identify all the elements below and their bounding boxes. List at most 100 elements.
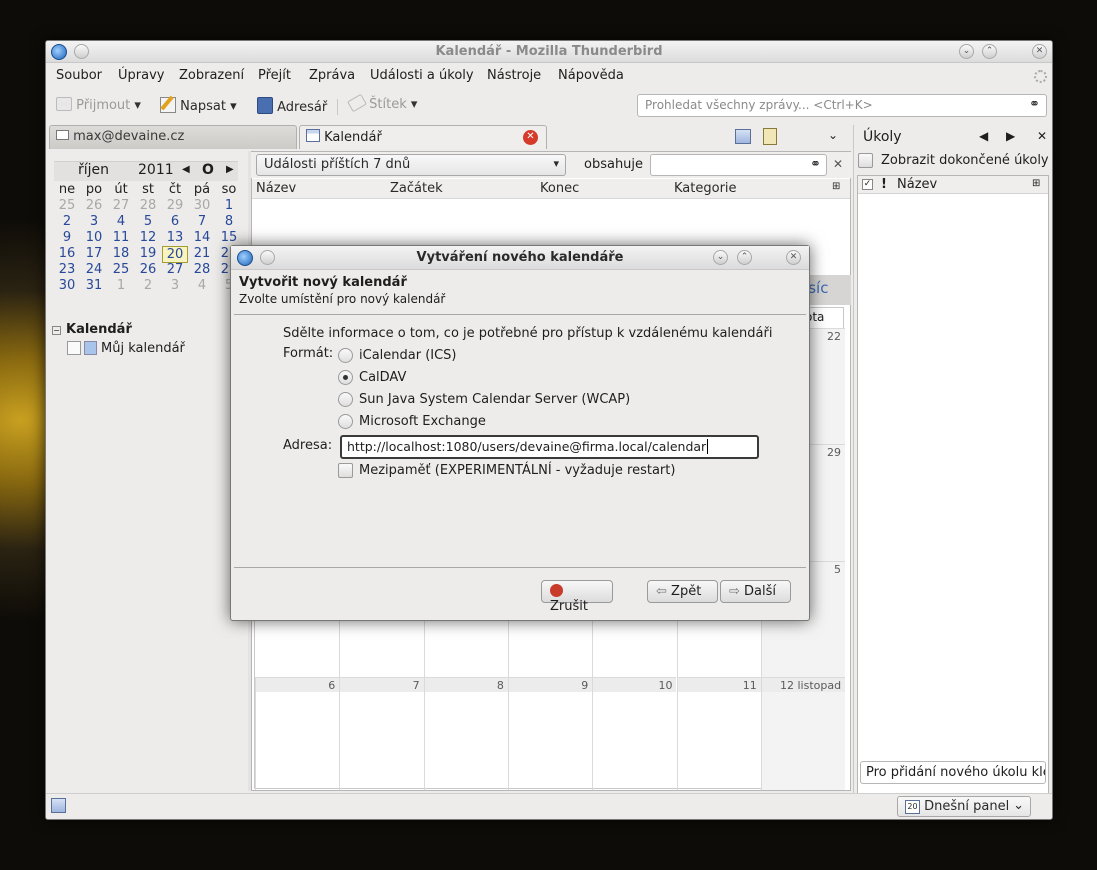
binoculars-icon[interactable]: ⚭: [810, 157, 821, 172]
minimonth-year[interactable]: 2011: [138, 162, 174, 178]
calendar-mode-icon[interactable]: [735, 129, 751, 144]
task-mode-icon[interactable]: [763, 128, 777, 145]
write-button[interactable]: Napsat ▾: [160, 95, 237, 114]
radio-exchange[interactable]: [338, 414, 353, 429]
minimonth-day[interactable]: 14: [189, 230, 215, 245]
tag-button[interactable]: Štítek ▾: [347, 93, 417, 113]
day-number[interactable]: 29: [827, 446, 841, 459]
minimonth-day[interactable]: 31: [81, 278, 107, 293]
menu-go[interactable]: Přejít: [258, 68, 291, 83]
minimonth-day[interactable]: 30: [54, 278, 80, 293]
minimonth-day[interactable]: 21: [189, 246, 215, 261]
month-day-cell[interactable]: 10: [592, 677, 677, 790]
next-month-icon[interactable]: ▶: [226, 164, 234, 175]
minimonth-day[interactable]: 15: [216, 230, 242, 245]
address-input[interactable]: http://localhost:1080/users/devaine@firm…: [340, 435, 759, 459]
minimonth-day[interactable]: 25: [54, 198, 80, 213]
minimonth-day[interactable]: 9: [54, 230, 80, 245]
minimonth-day[interactable]: 23: [54, 262, 80, 277]
minimonth-day[interactable]: 28: [189, 262, 215, 277]
minimonth-day[interactable]: 24: [81, 262, 107, 277]
menu-tools[interactable]: Nástroje: [487, 68, 541, 83]
tasks-next-icon[interactable]: ▶: [1006, 129, 1015, 143]
minimonth-day[interactable]: 7: [189, 214, 215, 229]
minimonth-day[interactable]: 3: [81, 214, 107, 229]
minimonth-day[interactable]: 1: [108, 278, 134, 293]
radio-caldav[interactable]: [338, 370, 353, 385]
minimonth-month[interactable]: říjen: [78, 162, 109, 178]
minimonth-day[interactable]: 26: [135, 262, 161, 277]
completed-column-icon[interactable]: ✓: [862, 179, 873, 190]
minimonth-day[interactable]: 16: [54, 246, 80, 261]
cache-checkbox[interactable]: [338, 463, 353, 478]
menu-message[interactable]: Zpráva: [309, 68, 355, 83]
dialog-close-button[interactable]: ✕: [786, 250, 801, 265]
tasks-prev-icon[interactable]: ◀: [979, 129, 988, 143]
minimonth-day[interactable]: 5: [135, 214, 161, 229]
minimonth-day[interactable]: 27: [108, 198, 134, 213]
close-button[interactable]: ✕: [1032, 44, 1047, 59]
collapse-icon[interactable]: −: [52, 326, 61, 335]
new-task-input[interactable]: Pro přidání nového úkolu kle: [860, 761, 1046, 784]
minimonth-day[interactable]: 25: [108, 262, 134, 277]
minimonth-day[interactable]: 26: [81, 198, 107, 213]
month-day-cell[interactable]: 7: [339, 677, 424, 790]
menu-edit[interactable]: Úpravy: [118, 68, 164, 83]
dialog-maximize-button[interactable]: ⌃: [737, 250, 752, 265]
show-completed-checkbox[interactable]: [858, 153, 873, 168]
minimonth-day[interactable]: 10: [81, 230, 107, 245]
minimonth-day[interactable]: 3: [162, 278, 188, 293]
minimonth-day[interactable]: 2: [135, 278, 161, 293]
column-start[interactable]: Začátek: [390, 181, 443, 196]
write-dropdown-arrow-icon[interactable]: ▾: [230, 99, 237, 114]
back-button[interactable]: ⇦ Zpět: [647, 580, 718, 603]
minimonth-day[interactable]: 19: [135, 246, 161, 261]
minimonth-day[interactable]: 6: [162, 214, 188, 229]
day-number[interactable]: 22: [827, 330, 841, 343]
menu-file[interactable]: Soubor: [56, 68, 102, 83]
today-button[interactable]: O: [202, 162, 214, 178]
column-category[interactable]: Kategorie: [674, 181, 737, 196]
minimonth-day[interactable]: 12: [135, 230, 161, 245]
tasks-close-icon[interactable]: ✕: [1037, 129, 1047, 143]
minimonth-day[interactable]: 2: [54, 214, 80, 229]
minimonth-day[interactable]: 17: [81, 246, 107, 261]
binoculars-icon[interactable]: ⚭: [1029, 97, 1040, 112]
minimize-button[interactable]: ⌄: [959, 44, 974, 59]
radio-caldav-label[interactable]: CalDAV: [359, 370, 406, 385]
receive-button[interactable]: Přijmout ▾: [56, 97, 141, 113]
menu-help[interactable]: Nápověda: [558, 68, 624, 83]
task-name-column[interactable]: Název: [897, 177, 937, 192]
month-day-cell[interactable]: 9: [507, 677, 593, 790]
month-day-cell[interactable]: 6: [255, 677, 340, 790]
tab-close-icon[interactable]: ✕: [523, 130, 538, 145]
calendar-visible-checkbox[interactable]: [67, 341, 81, 355]
column-picker-icon[interactable]: ⊞: [1032, 178, 1040, 189]
minimonth-day[interactable]: 4: [108, 214, 134, 229]
prev-month-icon[interactable]: ◀: [182, 164, 190, 175]
tab-list-chevron-icon[interactable]: ⌄: [828, 128, 838, 142]
column-picker-icon[interactable]: ⊞: [832, 181, 840, 192]
minimonth-day[interactable]: 4: [189, 278, 215, 293]
radio-icalendar[interactable]: [338, 348, 353, 363]
tab-mail[interactable]: max@devaine.cz: [49, 125, 297, 149]
radio-icalendar-label[interactable]: iCalendar (ICS): [359, 348, 457, 363]
minimonth-day[interactable]: 13: [162, 230, 188, 245]
tab-calendar[interactable]: Kalendář ✕: [299, 125, 547, 149]
online-status-icon[interactable]: [51, 798, 66, 813]
minimonth-day[interactable]: 29: [162, 198, 188, 213]
month-day-cell[interactable]: 11: [676, 677, 761, 790]
event-range-dropdown[interactable]: Události příštích 7 dnů ▾: [256, 154, 566, 176]
minimonth-day[interactable]: 27: [162, 262, 188, 277]
radio-exchange-label[interactable]: Microsoft Exchange: [359, 414, 486, 429]
event-search-input[interactable]: ⚭: [650, 154, 827, 176]
priority-column[interactable]: !: [881, 177, 887, 192]
minimonth-day[interactable]: 8: [216, 214, 242, 229]
receive-dropdown-arrow-icon[interactable]: ▾: [134, 98, 141, 113]
minimonth-day[interactable]: 18: [108, 246, 134, 261]
cache-label[interactable]: Mezipaměť (EXPERIMENTÁLNÍ - vyžaduje res…: [359, 463, 675, 478]
month-day-cell[interactable]: 8: [423, 677, 508, 790]
maximize-button[interactable]: ⌃: [982, 44, 997, 59]
search-input[interactable]: Prohledat všechny zprávy... <Ctrl+K> ⚭: [637, 94, 1047, 117]
menu-view[interactable]: Zobrazení: [179, 68, 244, 83]
